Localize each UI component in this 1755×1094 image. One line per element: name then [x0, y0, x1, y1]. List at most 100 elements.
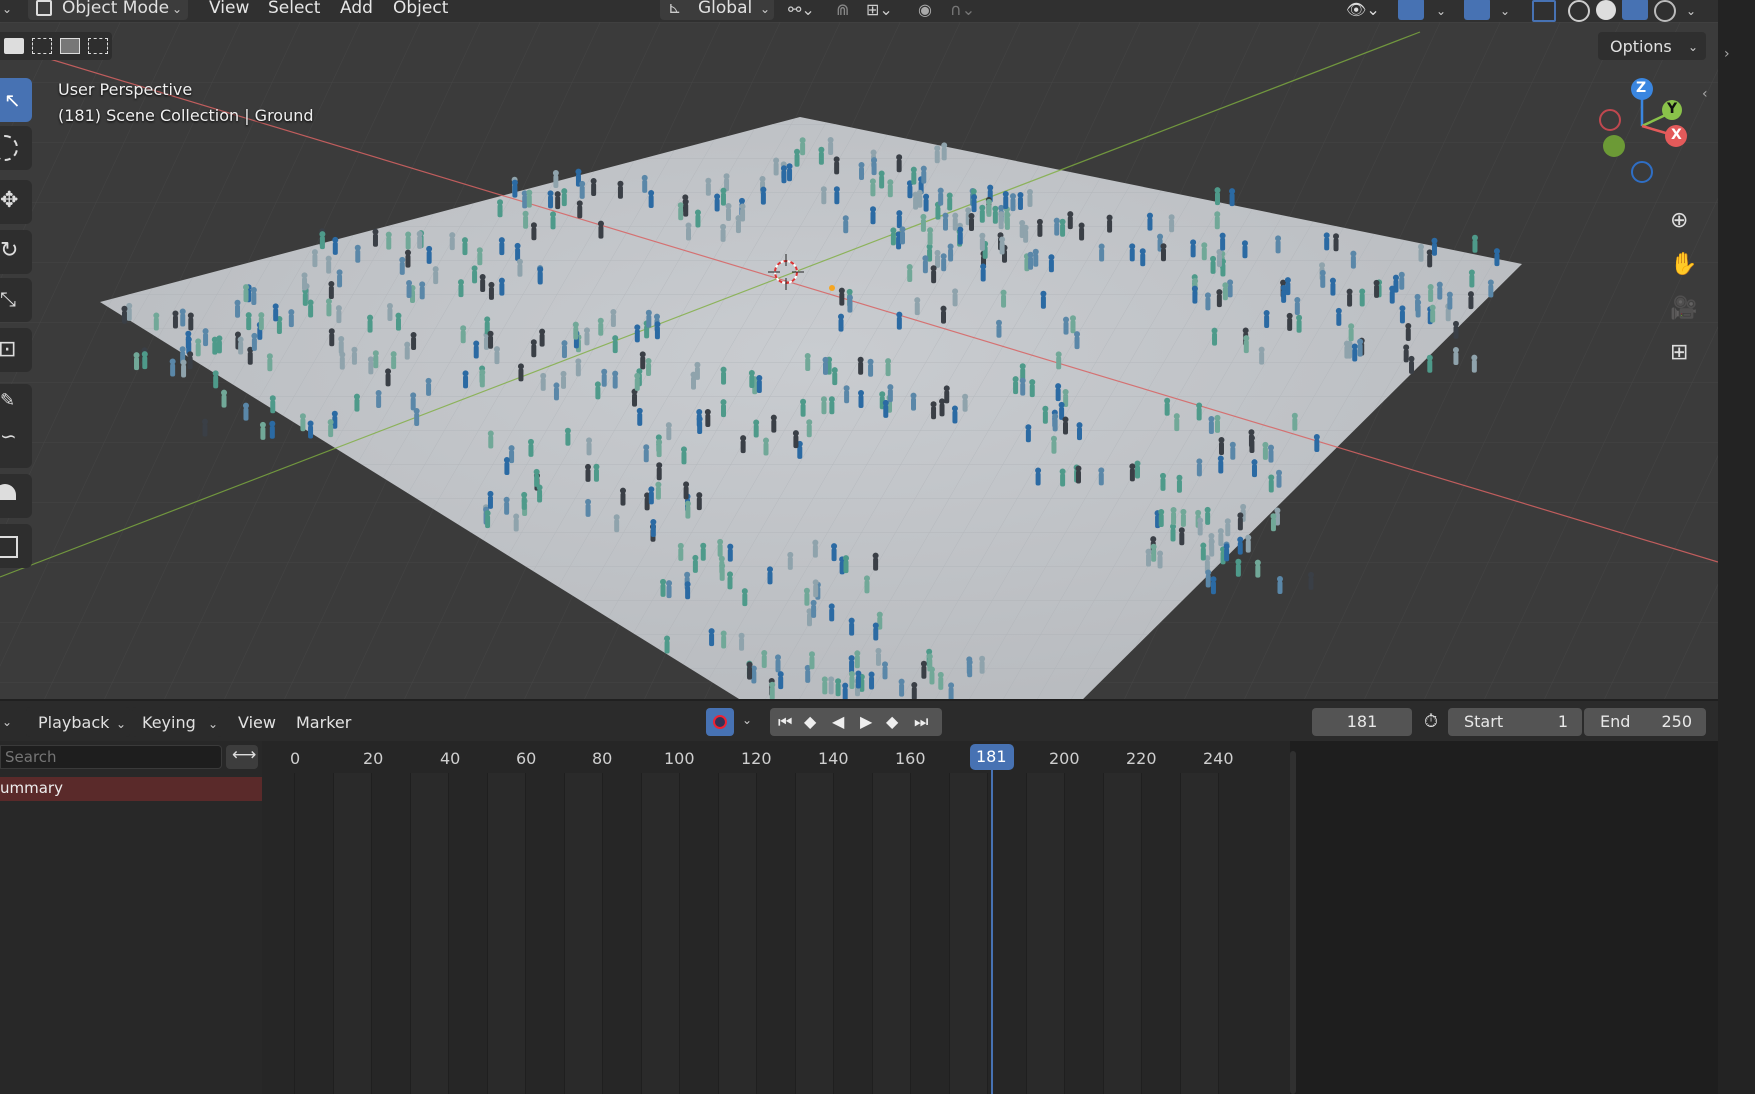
tool-move[interactable]: ✥ [0, 180, 32, 224]
tool-cursor[interactable] [0, 126, 32, 170]
sidebar-toggle-icon[interactable]: ‹ [1702, 86, 1708, 102]
character-figure [399, 261, 405, 275]
character-figure [632, 393, 638, 407]
timeline-menu-marker[interactable]: Marker [296, 713, 351, 732]
character-head [269, 420, 276, 427]
select-subtract-icon[interactable] [60, 38, 80, 54]
snap-target-icon[interactable]: ⊞⌄ [866, 0, 893, 19]
summary-channel[interactable]: ummary [0, 777, 262, 801]
select-new-icon[interactable] [4, 38, 24, 54]
tool-add-cube[interactable] [0, 524, 32, 568]
zoom-button[interactable]: ⊕ [1662, 204, 1700, 242]
timeline-menu-view[interactable]: View [238, 713, 276, 732]
character-head [610, 308, 617, 315]
auto-keying-button[interactable] [706, 708, 734, 736]
character-figure [269, 425, 275, 439]
prev-keyframe-icon[interactable]: ◆ [804, 712, 816, 731]
options-label: Options [1610, 37, 1672, 56]
ruler-label: 140 [818, 749, 849, 768]
character-figure [577, 205, 583, 219]
character-head [1160, 243, 1167, 250]
menu-select[interactable]: Select [268, 0, 320, 18]
chevron-down-icon[interactable]: ⌄ [1686, 4, 1696, 18]
ruler-label: 120 [741, 749, 772, 768]
menu-object[interactable]: Object [393, 0, 448, 18]
jump-start-icon[interactable]: ⏮ [778, 712, 792, 732]
character-figure [1158, 513, 1164, 527]
menu-add[interactable]: Add [340, 0, 373, 18]
character-head [720, 223, 727, 230]
tool-measure[interactable] [0, 474, 32, 518]
playhead-line[interactable] [991, 759, 993, 1094]
jump-end-icon[interactable]: ⏭ [914, 712, 928, 732]
character-figure [1107, 219, 1113, 233]
playhead-handle[interactable]: 181 [970, 744, 1014, 770]
character-head [319, 231, 326, 238]
character-figure [276, 320, 282, 334]
tool-select-box[interactable]: ↖ [0, 78, 32, 122]
camera-view-button[interactable]: 🎥 [1662, 292, 1700, 330]
search-input[interactable] [0, 745, 222, 769]
swap-width-button[interactable]: ⟷ [226, 745, 258, 769]
character-figure [720, 404, 726, 418]
current-frame-field[interactable]: 181 [1312, 708, 1412, 736]
tool-transform[interactable]: ⊡ [0, 328, 32, 372]
gizmo-toggle-icon[interactable] [1398, 0, 1424, 20]
mode-dropdown[interactable]: Object Mode ⌄ [28, 0, 188, 20]
select-invert-icon[interactable] [88, 38, 108, 54]
play-icon[interactable]: ▶ [860, 712, 872, 731]
character-head [714, 193, 721, 200]
xray-icon[interactable] [1532, 0, 1556, 22]
select-extend-icon[interactable] [32, 38, 52, 54]
character-figure [683, 203, 689, 217]
stopwatch-icon[interactable]: ⏱ [1424, 711, 1438, 732]
timeline-scrollbar[interactable] [1290, 751, 1296, 1094]
orientation-dropdown[interactable]: ⊾ Global ⌄ [660, 0, 774, 20]
snap-icon[interactable]: ⋒ [836, 0, 849, 19]
3d-viewport[interactable]: ↖ ✥ ↻ ⤡ ⊡ ✎ ∽ User Perspective (181) Sce… [0, 22, 1718, 699]
falloff-icon[interactable]: ∩⌄ [950, 0, 975, 19]
playback-dropdown[interactable]: Playback ⌄ [26, 707, 130, 737]
pan-button[interactable]: ✋ [1662, 248, 1700, 286]
tool-scale[interactable]: ⤡ [0, 278, 32, 322]
chevron-down-icon[interactable]: ⌄ [1436, 4, 1446, 18]
end-frame-field[interactable]: End 250 [1584, 708, 1706, 736]
timeline-region[interactable]: 0 20 40 60 80 100 120 140 160 200 220 24… [262, 741, 1290, 1094]
chevron-down-icon[interactable]: ⌄ [1500, 4, 1510, 18]
wireframe-shading-icon[interactable] [1568, 0, 1590, 22]
rendered-shading-icon[interactable] [1654, 0, 1676, 22]
character-head [914, 297, 921, 304]
character-head [522, 210, 529, 217]
overlay-toggle-icon[interactable] [1464, 0, 1490, 20]
measure-icon [0, 484, 16, 500]
editor-type-chevron-icon[interactable]: ⌄ [2, 715, 12, 729]
expand-icon[interactable]: › [1724, 46, 1730, 62]
tool-rotate[interactable]: ↻ [0, 230, 32, 274]
character-head [666, 580, 673, 587]
character-figure [584, 332, 590, 346]
character-head [1036, 218, 1043, 225]
character-head [1076, 422, 1083, 429]
material-shading-icon[interactable] [1622, 0, 1648, 20]
proportional-edit-icon[interactable]: ◉ [918, 0, 932, 19]
character-figure [1205, 574, 1211, 588]
character-figure [1035, 472, 1041, 486]
perspective-toggle-button[interactable]: ⊞ [1662, 336, 1700, 374]
play-reverse-icon[interactable]: ◀ [832, 712, 844, 731]
tool-annotate[interactable]: ✎ ∽ [0, 384, 32, 468]
options-dropdown[interactable]: Options ⌄ [1598, 32, 1706, 60]
solid-shading-icon[interactable] [1596, 0, 1616, 20]
next-keyframe-icon[interactable]: ◆ [886, 712, 898, 731]
keying-dropdown[interactable]: Keying ⌄ [132, 707, 222, 737]
editor-type-chevron-icon[interactable]: ⌄ [2, 2, 12, 16]
character-figure [376, 395, 382, 409]
character-head [484, 510, 491, 517]
pivot-icon[interactable]: ⚯⌄ [788, 0, 815, 19]
character-head [927, 227, 934, 234]
character-figure [934, 150, 940, 164]
menu-view[interactable]: View [209, 0, 249, 18]
start-frame-field[interactable]: Start 1 [1448, 708, 1582, 736]
keying-chevron-icon[interactable]: ⌄ [742, 713, 752, 727]
visibility-icon[interactable]: 👁⌄ [1346, 0, 1380, 19]
gizmo-y-label: Y [1667, 101, 1678, 117]
